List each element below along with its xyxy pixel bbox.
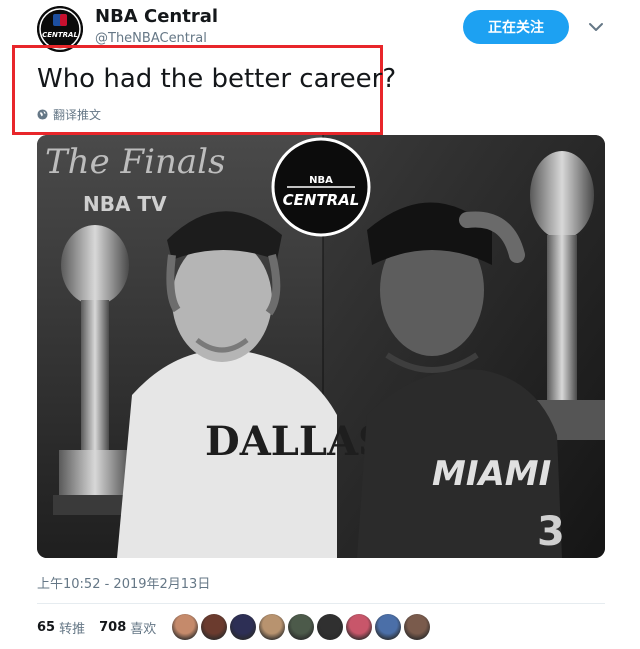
liker-avatar[interactable] [230, 614, 256, 640]
logo-top-text: NBA [309, 175, 333, 186]
nba-central-logo: NBA CENTRAL [271, 137, 371, 237]
logo-bottom-text: CENTRAL [283, 191, 360, 209]
nba-tv-text: NBA TV [83, 192, 167, 216]
miami-jersey-text: MIAMI [432, 454, 551, 494]
likes-label: 喜欢 [130, 622, 157, 637]
likes-stat[interactable]: 708 喜欢 [99, 618, 156, 637]
translate-label: 翻译推文 [53, 108, 102, 122]
liker-avatar[interactable] [375, 614, 401, 640]
following-button[interactable]: 正在关注 [463, 10, 569, 44]
liker-avatar[interactable] [288, 614, 314, 640]
tweet-image[interactable]: The Finals NBA TV DALLAS NBA CENTRAL MIA… [37, 135, 605, 558]
tweet-text: Who had the better career? [37, 64, 397, 94]
dallas-jersey-text: DALLAS [205, 418, 387, 465]
globe-icon [37, 109, 48, 120]
liker-avatar[interactable] [404, 614, 430, 640]
liker-avatar[interactable] [346, 614, 372, 640]
tweet-timestamp[interactable]: 上午10:52 - 2019年2月13日 [37, 573, 210, 592]
liker-avatar[interactable] [259, 614, 285, 640]
tweet-stats: 65 转推 708 喜欢 [37, 618, 156, 637]
retweets-stat[interactable]: 65 转推 [37, 618, 85, 637]
jersey-number-text: 3 [537, 509, 565, 555]
likes-count: 708 [99, 620, 127, 635]
translate-tweet-link[interactable]: 翻译推文 [37, 106, 101, 123]
retweets-label: 转推 [59, 622, 86, 637]
liker-avatar[interactable] [317, 614, 343, 640]
user-handle[interactable]: @TheNBACentral [95, 31, 207, 46]
divider [37, 603, 605, 604]
liker-avatars [172, 614, 433, 640]
display-name[interactable]: NBA Central [95, 6, 218, 27]
chevron-down-icon[interactable] [586, 17, 606, 37]
liker-avatar[interactable] [201, 614, 227, 640]
avatar-logo-text: CENTRAL [42, 31, 78, 39]
liker-avatar[interactable] [172, 614, 198, 640]
finals-banner-text: The Finals [45, 142, 225, 182]
retweets-count: 65 [37, 620, 56, 635]
